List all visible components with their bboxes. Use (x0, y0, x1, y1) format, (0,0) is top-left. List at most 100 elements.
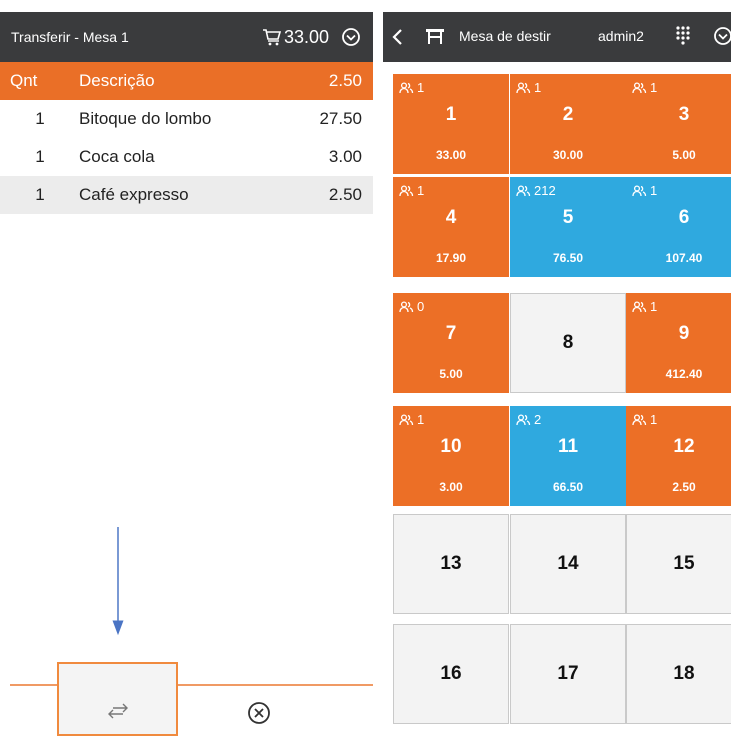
table-tile[interactable]: 17 (510, 624, 626, 724)
table-tile[interactable]: 8 (510, 293, 626, 393)
pax-value: 212 (534, 183, 556, 198)
order-header: Transferir - Mesa 1 33.00 (0, 12, 373, 62)
order-row[interactable]: 1 Bitoque do lombo 27.50 (0, 100, 373, 138)
table-amount: 66.50 (552, 480, 584, 494)
chevron-down-circle-icon[interactable] (713, 26, 731, 51)
table-tile[interactable]: 0 7 5.00 (393, 293, 509, 393)
pax-count: 212 (516, 183, 556, 198)
cart-icon (262, 29, 282, 46)
cart-total-value: 33.00 (283, 26, 329, 47)
table-tile[interactable]: 1 10 3.00 (393, 406, 509, 506)
table-amount: 3.00 (439, 480, 463, 494)
table-number: 8 (562, 332, 574, 353)
table-number: 9 (678, 323, 690, 344)
pax-value: 1 (650, 80, 658, 95)
order-column-header: Qnt Descrição 2.50 (0, 62, 373, 100)
table-tile[interactable]: 1 4 17.90 (393, 177, 509, 277)
table-tile[interactable]: 16 (393, 624, 509, 724)
pax-value: 2 (534, 412, 542, 427)
table-number: 12 (673, 436, 695, 457)
table-tile[interactable]: 1 3 5.00 (626, 74, 731, 174)
table-number: 4 (445, 207, 457, 228)
item-price: 2.50 (328, 185, 362, 204)
grid-dots-icon[interactable] (675, 25, 691, 50)
people-icon (632, 413, 647, 425)
pax-count: 1 (632, 299, 657, 314)
item-price: 27.50 (319, 109, 362, 128)
table-amount: 412.40 (665, 367, 703, 381)
people-icon (399, 413, 414, 425)
table-tile[interactable]: 14 (510, 514, 626, 614)
order-row[interactable]: 1 Café expresso 2.50 (0, 176, 373, 214)
table-number: 16 (440, 663, 462, 684)
table-picker-header: Mesa de destir admin2 (383, 12, 731, 62)
table-amount: 2.50 (672, 480, 696, 494)
cancel-circle-icon (248, 702, 270, 724)
people-icon (399, 300, 414, 312)
table-tile[interactable]: 13 (393, 514, 509, 614)
pax-value: 1 (534, 80, 542, 95)
table-picker-panel: Mesa de destir admin2 1 1 33.00 1 2 30.00 1 3 5.… (383, 12, 731, 738)
chevron-down-circle-icon[interactable] (341, 27, 361, 47)
table-tile[interactable]: 1 6 107.40 (626, 177, 731, 277)
pax-count: 2 (516, 412, 541, 427)
order-row[interactable]: 1 Coca cola 3.00 (0, 138, 373, 176)
table-tile[interactable]: 2 11 66.50 (510, 406, 626, 506)
pax-count: 0 (399, 299, 424, 314)
order-title: Transferir - Mesa 1 (11, 29, 129, 45)
table-number: 15 (673, 553, 695, 574)
pax-value: 1 (650, 183, 658, 198)
table-amount: 5.00 (439, 367, 463, 381)
table-number: 3 (678, 104, 690, 125)
table-tile[interactable]: 1 9 412.40 (626, 293, 731, 393)
item-qty: 1 (35, 109, 45, 128)
item-qty: 1 (35, 147, 45, 166)
table-tile[interactable]: 1 12 2.50 (626, 406, 731, 506)
people-icon (632, 300, 647, 312)
pax-count: 1 (399, 80, 424, 95)
item-desc: Café expresso (79, 185, 189, 204)
pax-count: 1 (632, 412, 657, 427)
transfer-button[interactable] (57, 662, 178, 736)
item-price: 3.00 (328, 147, 362, 166)
people-icon (399, 81, 414, 93)
pax-value: 1 (417, 183, 425, 198)
pax-count: 1 (399, 412, 424, 427)
table-number: 2 (562, 104, 574, 125)
table-tile[interactable]: 1 2 30.00 (510, 74, 626, 174)
pax-value: 0 (417, 299, 425, 314)
people-icon (632, 81, 647, 93)
table-amount: 30.00 (552, 148, 584, 162)
table-number: 13 (440, 553, 462, 574)
table-tile[interactable]: 18 (626, 624, 731, 724)
item-desc: Coca cola (79, 147, 155, 166)
table-icon (425, 27, 445, 50)
pax-value: 1 (417, 80, 425, 95)
people-icon (516, 184, 531, 196)
pax-value: 1 (417, 412, 425, 427)
people-icon (516, 81, 531, 93)
cancel-button[interactable] (246, 700, 272, 726)
people-icon (399, 184, 414, 196)
table-amount: 5.00 (672, 148, 696, 162)
table-number: 1 (445, 104, 457, 125)
pax-count: 1 (399, 183, 424, 198)
destination-label: Mesa de destir (459, 28, 551, 44)
pax-value: 1 (650, 412, 658, 427)
table-tile[interactable]: 15 (626, 514, 731, 614)
back-arrow-icon[interactable] (391, 27, 405, 52)
table-number: 14 (557, 553, 579, 574)
table-tile[interactable]: 1 1 33.00 (393, 74, 509, 174)
table-number: 11 (557, 436, 579, 457)
table-amount: 76.50 (552, 251, 584, 265)
table-tile[interactable]: 212 5 76.50 (510, 177, 626, 277)
item-qty: 1 (35, 185, 45, 204)
table-number: 18 (673, 663, 695, 684)
annotation-arrow-icon (112, 527, 124, 636)
cart-total[interactable]: 33.00 (262, 27, 329, 48)
pax-count: 1 (632, 80, 657, 95)
pax-count: 1 (516, 80, 541, 95)
desc-header: Descrição (79, 71, 155, 90)
order-panel: Transferir - Mesa 1 33.00 Qnt Descrição … (0, 0, 373, 738)
pax-value: 1 (650, 299, 658, 314)
